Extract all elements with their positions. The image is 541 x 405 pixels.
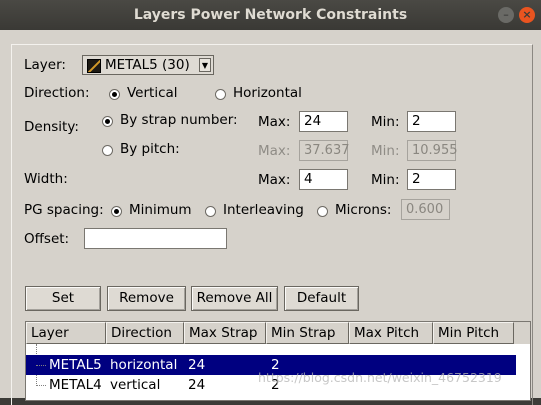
width-max-input[interactable]: 4 <box>299 169 348 190</box>
chevron-down-icon[interactable]: ▼ <box>199 58 211 72</box>
pg-interleaving-label[interactable]: Interleaving <box>223 202 304 218</box>
layer-select-value: METAL5 (30) <box>105 57 190 73</box>
constraints-table[interactable]: Layer Direction Max Strap Min Strap Max … <box>25 321 531 401</box>
row-max-strap: 24 <box>188 377 206 393</box>
strap-max-label: Max: <box>258 114 291 130</box>
tree-branch-line <box>36 365 46 367</box>
row-layer: METAL5 <box>49 357 102 373</box>
density-by-pitch-label[interactable]: By pitch: <box>120 141 180 157</box>
strap-max-input[interactable]: 24 <box>299 111 348 132</box>
row-layer: METAL4 <box>49 377 102 393</box>
table-header: Layer Direction Max Strap Min Strap Max … <box>26 322 530 344</box>
width-min-input[interactable]: 2 <box>407 169 456 190</box>
watermark-text: https://blog.csdn.net/weixin_46752319 <box>258 370 502 385</box>
pitch-min-label: Min: <box>371 143 400 159</box>
density-by-strap-label[interactable]: By strap number: <box>120 112 238 128</box>
offset-label: Offset: <box>24 231 70 247</box>
row-direction: vertical <box>110 377 161 393</box>
offset-input[interactable] <box>84 228 227 249</box>
column-header-layer[interactable]: Layer <box>26 322 106 344</box>
direction-label: Direction: <box>24 85 90 101</box>
layer-label: Layer: <box>24 57 66 73</box>
direction-vertical-radio[interactable] <box>109 89 120 100</box>
tree-branch-line <box>36 385 46 387</box>
width-min-label: Min: <box>371 172 400 188</box>
pg-microns-radio[interactable] <box>317 206 328 217</box>
column-header-min-pitch[interactable]: Min Pitch <box>433 322 514 344</box>
density-by-strap-radio[interactable] <box>102 116 113 127</box>
column-header-max-pitch[interactable]: Max Pitch <box>349 322 433 344</box>
pg-microns-label[interactable]: Microns: <box>335 202 391 218</box>
pg-minimum-label[interactable]: Minimum <box>129 202 192 218</box>
strap-min-input[interactable]: 2 <box>407 111 456 132</box>
set-button[interactable]: Set <box>25 286 101 311</box>
width-max-label: Max: <box>258 172 291 188</box>
density-label: Density: <box>24 119 79 135</box>
density-by-pitch-radio[interactable] <box>102 145 113 156</box>
remove-all-button[interactable]: Remove All <box>191 286 278 311</box>
strap-min-label: Min: <box>371 114 400 130</box>
pitch-min-input[interactable]: 10.955 <box>407 140 458 161</box>
pg-microns-input[interactable]: 0.600 <box>401 199 450 220</box>
pitch-max-input[interactable]: 37.637 <box>299 140 350 161</box>
width-label: Width: <box>24 171 68 187</box>
direction-horizontal-label[interactable]: Horizontal <box>233 85 302 101</box>
default-button[interactable]: Default <box>284 286 359 311</box>
row-direction: horizontal <box>110 357 178 373</box>
close-icon[interactable]: × <box>519 7 535 23</box>
dialog-body: Layer: METAL5 (30) ▼ Direction: Vertical… <box>0 30 541 405</box>
column-header-max-strap[interactable]: Max Strap <box>184 322 266 344</box>
window-title: Layers Power Network Constraints <box>133 7 408 23</box>
row-max-strap: 24 <box>188 357 206 373</box>
minimize-icon[interactable]: – <box>498 7 514 23</box>
title-bar: Layers Power Network Constraints – × <box>0 0 541 30</box>
direction-vertical-label[interactable]: Vertical <box>127 85 178 101</box>
column-header-min-strap[interactable]: Min Strap <box>266 322 349 344</box>
pitch-max-label: Max: <box>258 143 291 159</box>
direction-horizontal-radio[interactable] <box>215 89 226 100</box>
pg-spacing-label: PG spacing: <box>24 202 104 218</box>
pg-interleaving-radio[interactable] <box>205 206 216 217</box>
layer-pattern-icon <box>87 59 101 73</box>
pg-minimum-radio[interactable] <box>111 206 122 217</box>
column-header-direction[interactable]: Direction <box>106 322 184 344</box>
layer-select[interactable]: METAL5 (30) ▼ <box>82 55 214 75</box>
remove-button[interactable]: Remove <box>107 286 186 311</box>
